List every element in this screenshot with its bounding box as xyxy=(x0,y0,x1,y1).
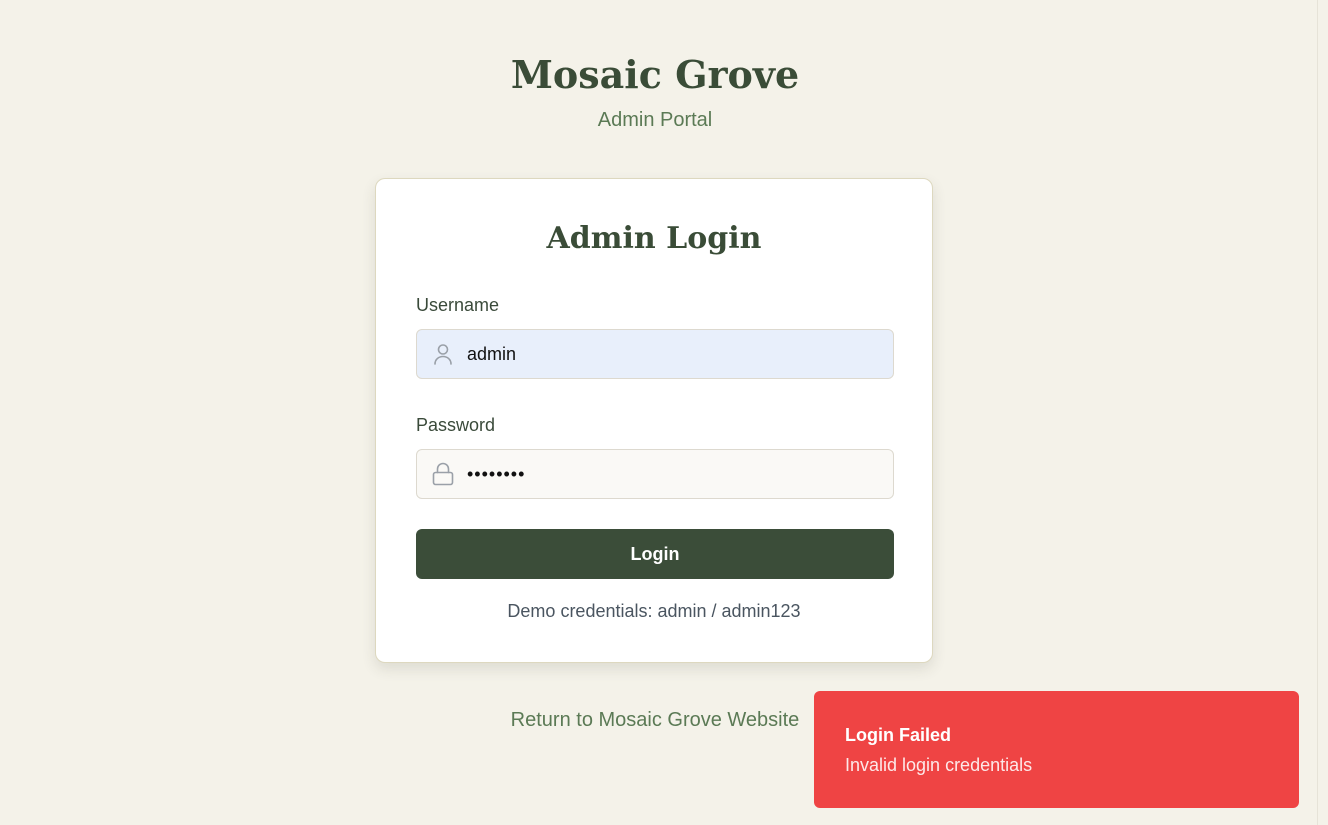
brand-header: Mosaic Grove Admin Portal xyxy=(0,52,1310,132)
username-value: admin xyxy=(467,344,517,364)
toast-message: Invalid login credentials xyxy=(845,755,1033,775)
user-icon xyxy=(431,342,455,366)
password-value: •••••••• xyxy=(467,464,526,484)
login-card: Admin Login Username admin Password ••••… xyxy=(375,178,933,663)
password-label: Password xyxy=(416,415,496,435)
login-button[interactable]: Login xyxy=(416,529,894,579)
lock-icon xyxy=(431,462,455,486)
password-input[interactable]: •••••••• xyxy=(416,449,894,499)
page-scrollbar[interactable] xyxy=(1317,0,1328,825)
error-toast[interactable]: Login Failed Invalid login credentials xyxy=(814,691,1299,808)
toast-title: Login Failed xyxy=(845,725,951,745)
site-title: Mosaic Grove xyxy=(510,52,800,97)
username-label: Username xyxy=(416,295,500,315)
demo-credentials-note: Demo credentials: admin / admin123 xyxy=(507,601,801,621)
login-title: Admin Login xyxy=(546,221,762,256)
site-subtitle: Admin Portal xyxy=(597,109,713,131)
username-input[interactable]: admin xyxy=(416,329,894,379)
